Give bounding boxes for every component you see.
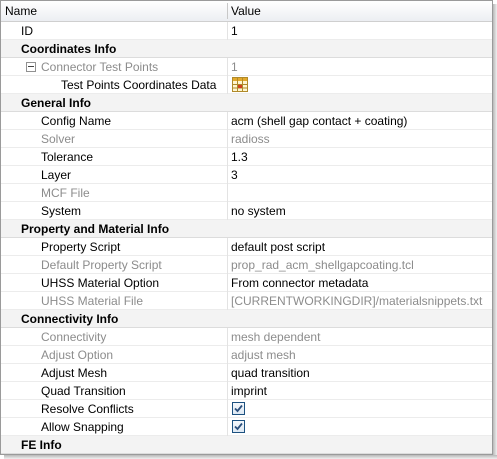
section-fe-info[interactable]: FE Info — [1, 436, 492, 454]
resolve-conflicts-checkbox[interactable] — [232, 402, 245, 415]
row-adjust-option[interactable]: Adjust Option adjust mesh — [1, 346, 492, 364]
row-value: no system — [231, 204, 286, 218]
row-label: Default Property Script — [41, 258, 162, 272]
row-system[interactable]: System no system — [1, 202, 492, 220]
row-label: Test Points Coordinates Data — [61, 78, 217, 92]
row-label: Connector Test Points — [41, 60, 159, 74]
row-id[interactable]: ID 1 — [1, 22, 492, 40]
row-label: Property Script — [41, 240, 121, 254]
value-column-header[interactable]: Value — [231, 1, 261, 21]
row-label: UHSS Material Option — [41, 276, 160, 290]
row-label: Adjust Mesh — [41, 366, 108, 380]
row-label: Allow Snapping — [41, 420, 124, 434]
row-label: Resolve Conflicts — [41, 402, 134, 416]
section-connectivity-info[interactable]: Connectivity Info — [1, 310, 492, 328]
row-connectivity[interactable]: Connectivity mesh dependent — [1, 328, 492, 346]
section-property-and-material-info[interactable]: Property and Material Info — [1, 220, 492, 238]
row-uhss-material-option[interactable]: UHSS Material Option From connector meta… — [1, 274, 492, 292]
row-solver[interactable]: Solver radioss — [1, 130, 492, 148]
row-value: imprint — [231, 384, 268, 398]
row-property-script[interactable]: Property Script default post script — [1, 238, 492, 256]
row-label: System — [41, 204, 82, 218]
row-quad-transition[interactable]: Quad Transition imprint — [1, 382, 492, 400]
row-value: quad transition — [231, 366, 310, 380]
property-grid: Name Value ID 1 Coordinates Info Connect… — [0, 0, 493, 455]
row-label: Quad Transition — [41, 384, 126, 398]
row-tolerance[interactable]: Tolerance 1.3 — [1, 148, 492, 166]
section-label: General Info — [21, 96, 92, 110]
name-column-header[interactable]: Name — [5, 1, 37, 21]
row-value: 1.3 — [231, 150, 248, 164]
section-label: FE Info — [21, 438, 62, 452]
row-config-name[interactable]: Config Name acm (shell gap contact + coa… — [1, 112, 492, 130]
row-value: [CURRENTWORKINGDIR]/materialsnippets.txt — [231, 294, 483, 308]
checkmark-icon — [234, 404, 243, 413]
row-value: From connector metadata — [231, 276, 369, 290]
row-uhss-material-file[interactable]: UHSS Material File [CURRENTWORKINGDIR]/m… — [1, 292, 492, 310]
row-mcf-file[interactable]: MCF File — [1, 184, 492, 202]
grid-rows: ID 1 Coordinates Info Connector Test Poi… — [1, 22, 492, 454]
row-value: prop_rad_acm_shellgapcoating.tcl — [231, 258, 414, 272]
row-label: Layer — [41, 168, 72, 182]
row-label: Solver — [41, 132, 76, 146]
row-layer[interactable]: Layer 3 — [1, 166, 492, 184]
section-label: Property and Material Info — [21, 222, 170, 236]
row-resolve-conflicts[interactable]: Resolve Conflicts — [1, 400, 492, 418]
row-value: 1 — [231, 24, 238, 38]
row-value: 3 — [231, 168, 238, 182]
row-label: UHSS Material File — [41, 294, 144, 308]
allow-snapping-checkbox[interactable] — [232, 420, 245, 433]
row-value: 1 — [231, 60, 238, 74]
row-label: Connectivity — [41, 330, 107, 344]
row-label: Adjust Option — [41, 348, 114, 362]
row-value: default post script — [231, 240, 326, 254]
row-default-property-script[interactable]: Default Property Script prop_rad_acm_she… — [1, 256, 492, 274]
row-test-points-coordinates-data[interactable]: Test Points Coordinates Data — [1, 76, 492, 94]
row-label: ID — [21, 24, 33, 38]
section-label: Connectivity Info — [21, 312, 119, 326]
row-value: acm (shell gap contact + coating) — [231, 114, 408, 128]
row-allow-snapping[interactable]: Allow Snapping — [1, 418, 492, 436]
row-value: radioss — [231, 132, 270, 146]
section-general-info[interactable]: General Info — [1, 94, 492, 112]
row-adjust-mesh[interactable]: Adjust Mesh quad transition — [1, 364, 492, 382]
window-shadow-bottom — [4, 455, 497, 459]
collapse-toggle-icon[interactable] — [26, 62, 36, 72]
row-value: adjust mesh — [231, 348, 296, 362]
column-resize-handle[interactable] — [227, 3, 228, 19]
table-grid-icon[interactable] — [232, 77, 248, 92]
section-label: Coordinates Info — [21, 42, 117, 56]
row-connector-test-points[interactable]: Connector Test Points 1 — [1, 58, 492, 76]
window-shadow-right — [493, 4, 497, 459]
checkmark-icon — [234, 422, 243, 431]
section-coordinates-info[interactable]: Coordinates Info — [1, 40, 492, 58]
row-label: Tolerance — [41, 150, 94, 164]
row-value: mesh dependent — [231, 330, 321, 344]
grid-header: Name Value — [1, 1, 492, 22]
row-label: MCF File — [41, 186, 90, 200]
row-label: Config Name — [41, 114, 112, 128]
